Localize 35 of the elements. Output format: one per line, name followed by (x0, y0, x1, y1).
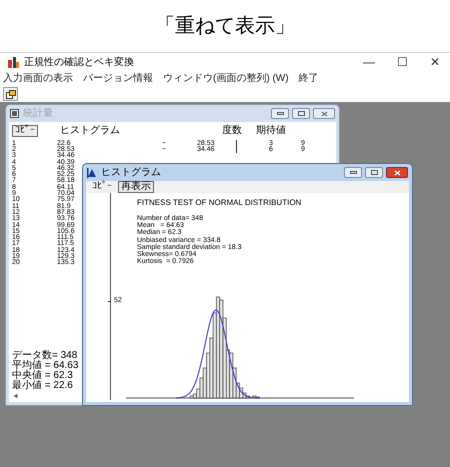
report-title: FITNESS TEST OF NORMAL DISTRIBUTION (137, 199, 302, 207)
column-header: 期待値 (256, 126, 286, 136)
minimize-button[interactable] (271, 108, 289, 119)
window-title: 統計量 (23, 108, 53, 118)
copy-button[interactable]: ｺﾋﾟｰ (90, 182, 114, 192)
window-icon (10, 109, 19, 118)
window-icon (6, 90, 16, 98)
redraw-button[interactable]: 再表示 (118, 181, 154, 193)
summary-line: 中央値 = 62.3 (12, 371, 73, 381)
minimize-button[interactable]: — (363, 53, 375, 71)
close-button[interactable] (386, 167, 408, 178)
menu-item[interactable]: ウィンドウ(画面の整列) (W) (163, 74, 289, 84)
triangle-icon (87, 168, 97, 178)
menu-item[interactable]: 入力画面の表示 (3, 74, 73, 84)
minimize-button[interactable] (344, 167, 362, 178)
menu-item[interactable]: 終了 (298, 74, 319, 84)
app-icon (8, 56, 19, 68)
toolbar-button[interactable] (3, 87, 18, 101)
summary-line: 平均値 = 64.63 (12, 361, 78, 371)
close-button[interactable]: ✕ (430, 53, 440, 71)
heading: ヒストグラム (60, 126, 120, 136)
summary-line: 最小値 = 22.6 (12, 381, 73, 391)
app-title: 正規性の確認とベキ変換 (24, 56, 134, 70)
copy-button[interactable]: ｺﾋﾟｰ (12, 125, 38, 137)
menu-item[interactable]: バージョン情報 (83, 74, 153, 84)
close-icon (394, 170, 400, 176)
maximize-button[interactable]: ☐ (397, 53, 408, 71)
close-button[interactable] (313, 108, 335, 119)
column-header: 度数 (222, 126, 242, 136)
maximize-button[interactable] (292, 108, 310, 119)
maximize-button[interactable] (365, 167, 383, 178)
window-title: ヒストグラム (101, 168, 161, 178)
caption: 「重ねて表示」 (155, 14, 295, 39)
summary-line: データ数= 348 (12, 351, 78, 361)
close-icon (320, 110, 328, 116)
